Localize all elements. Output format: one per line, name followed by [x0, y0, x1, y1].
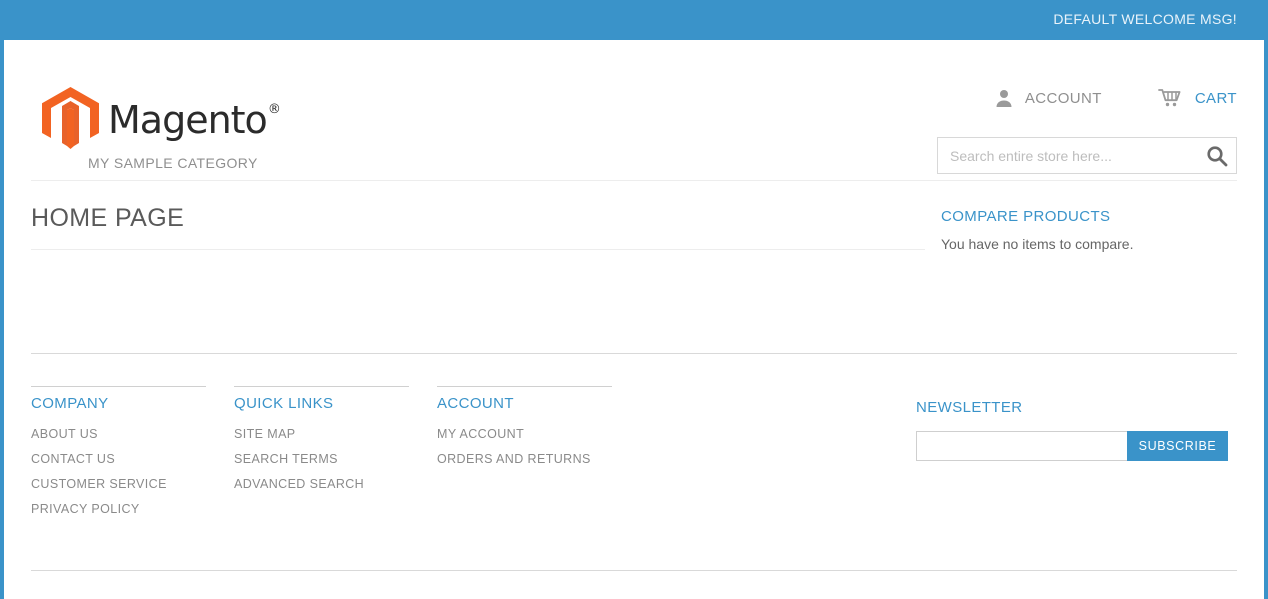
logo-trademark: ®: [267, 102, 281, 118]
search-button[interactable]: [1205, 144, 1229, 168]
footer-bottom-divider: [31, 570, 1237, 571]
list-item: SEARCH TERMS: [234, 451, 437, 466]
footer-link-customer-service[interactable]: CUSTOMER SERVICE: [31, 477, 167, 491]
user-icon: [994, 88, 1014, 108]
magento-hexagon-icon: [42, 87, 99, 149]
newsletter-title: NEWSLETTER: [916, 399, 1023, 416]
footer-link-about-us[interactable]: ABOUT US: [31, 427, 98, 441]
welcome-message: DEFAULT WELCOME MSG!: [1053, 11, 1237, 27]
footer-link-contact-us[interactable]: CONTACT US: [31, 452, 115, 466]
site-header: Magento® ACCOUNT CART Search entire stor…: [4, 40, 1264, 174]
window-frame-right-edge: [1264, 0, 1268, 599]
main-content-area: HOME PAGE COMPARE PRODUCTS You have no i…: [4, 181, 1264, 310]
list-item: MY ACCOUNT: [437, 426, 640, 441]
header-links: ACCOUNT CART: [994, 88, 1237, 108]
footer-columns: COMPANY ABOUT US CONTACT US CUSTOMER SER…: [31, 386, 1237, 526]
footer-top-divider: [31, 353, 1237, 354]
list-item: ORDERS AND RETURNS: [437, 451, 640, 466]
list-item: CUSTOMER SERVICE: [31, 476, 234, 491]
nav-item-my-sample-category[interactable]: MY SAMPLE CATEGORY: [88, 155, 258, 171]
list-item: ADVANCED SEARCH: [234, 476, 437, 491]
footer-column-account-links: MY ACCOUNT ORDERS AND RETURNS: [437, 426, 640, 466]
cms-page-content: [31, 250, 915, 310]
compare-products-empty-text: You have no items to compare.: [941, 236, 1134, 252]
store-page: DEFAULT WELCOME MSG! Magento® ACCOUNT CA…: [4, 0, 1264, 599]
search-icon: [1205, 144, 1229, 168]
search-form: [937, 137, 1237, 174]
search-input[interactable]: [937, 137, 1237, 174]
newsletter-form: SUBSCRIBE: [916, 431, 1231, 461]
footer-column-account: ACCOUNT MY ACCOUNT ORDERS AND RETURNS: [437, 386, 640, 526]
newsletter-email-input[interactable]: [916, 431, 1127, 461]
page-title: HOME PAGE: [31, 204, 925, 250]
footer-column-company-title: COMPANY: [31, 395, 109, 412]
footer-link-site-map[interactable]: SITE MAP: [234, 427, 296, 441]
account-link[interactable]: ACCOUNT: [994, 88, 1102, 108]
list-item: CONTACT US: [31, 451, 234, 466]
sidebar-right: COMPARE PRODUCTS You have no items to co…: [915, 204, 1235, 310]
compare-products-block: COMPARE PRODUCTS You have no items to co…: [941, 208, 1235, 252]
main-column: HOME PAGE: [31, 204, 925, 310]
site-logo[interactable]: Magento®: [42, 87, 281, 149]
list-item: ABOUT US: [31, 426, 234, 441]
footer-column-company-links: ABOUT US CONTACT US CUSTOMER SERVICE PRI…: [31, 426, 234, 516]
cart-link-label: CART: [1194, 89, 1237, 107]
logo-wordmark: Magento®: [108, 98, 281, 142]
footer-link-my-account[interactable]: MY ACCOUNT: [437, 427, 524, 441]
top-welcome-bar: DEFAULT WELCOME MSG!: [4, 0, 1264, 40]
footer-column-company: COMPANY ABOUT US CONTACT US CUSTOMER SER…: [31, 386, 234, 526]
site-footer: COMPANY ABOUT US CONTACT US CUSTOMER SER…: [4, 386, 1264, 526]
account-link-label: ACCOUNT: [1024, 89, 1102, 107]
footer-link-privacy-policy[interactable]: PRIVACY POLICY: [31, 502, 140, 516]
footer-link-search-terms[interactable]: SEARCH TERMS: [234, 452, 338, 466]
newsletter-block: NEWSLETTER SUBSCRIBE: [916, 399, 1231, 461]
footer-column-quick-links: QUICK LINKS SITE MAP SEARCH TERMS ADVANC…: [234, 386, 437, 526]
list-item: PRIVACY POLICY: [31, 501, 234, 516]
footer-column-account-title: ACCOUNT: [437, 395, 514, 412]
list-item: SITE MAP: [234, 426, 437, 441]
newsletter-subscribe-button[interactable]: SUBSCRIBE: [1127, 431, 1228, 461]
footer-column-quick-links-title: QUICK LINKS: [234, 395, 334, 412]
footer-link-advanced-search[interactable]: ADVANCED SEARCH: [234, 477, 364, 491]
footer-column-quick-links-list: SITE MAP SEARCH TERMS ADVANCED SEARCH: [234, 426, 437, 491]
compare-products-title: COMPARE PRODUCTS: [941, 208, 1111, 225]
logo-brand-name: Magento: [108, 98, 268, 142]
footer-link-orders-and-returns[interactable]: ORDERS AND RETURNS: [437, 452, 591, 466]
cart-link[interactable]: CART: [1157, 88, 1237, 108]
shopping-cart-icon: [1157, 88, 1184, 108]
